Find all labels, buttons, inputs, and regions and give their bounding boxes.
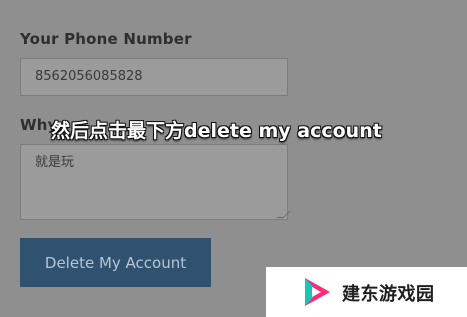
watermark-logo: 建东游戏园 (266, 267, 467, 317)
phone-number-field[interactable]: 8562056085828 (20, 58, 288, 96)
watermark-brand-text: 建东游戏园 (342, 284, 435, 305)
phone-number-label: Your Phone Number (20, 30, 192, 48)
reason-textarea[interactable]: 就是玩 (20, 144, 288, 220)
delete-account-button[interactable]: Delete My Account (20, 238, 211, 287)
video-subtitle: 然后点击最下方delete my account (51, 120, 382, 142)
play-logo-icon (305, 278, 330, 306)
account-form-page: Your Phone Number 8562056085828 Why 就是玩 … (0, 0, 467, 317)
